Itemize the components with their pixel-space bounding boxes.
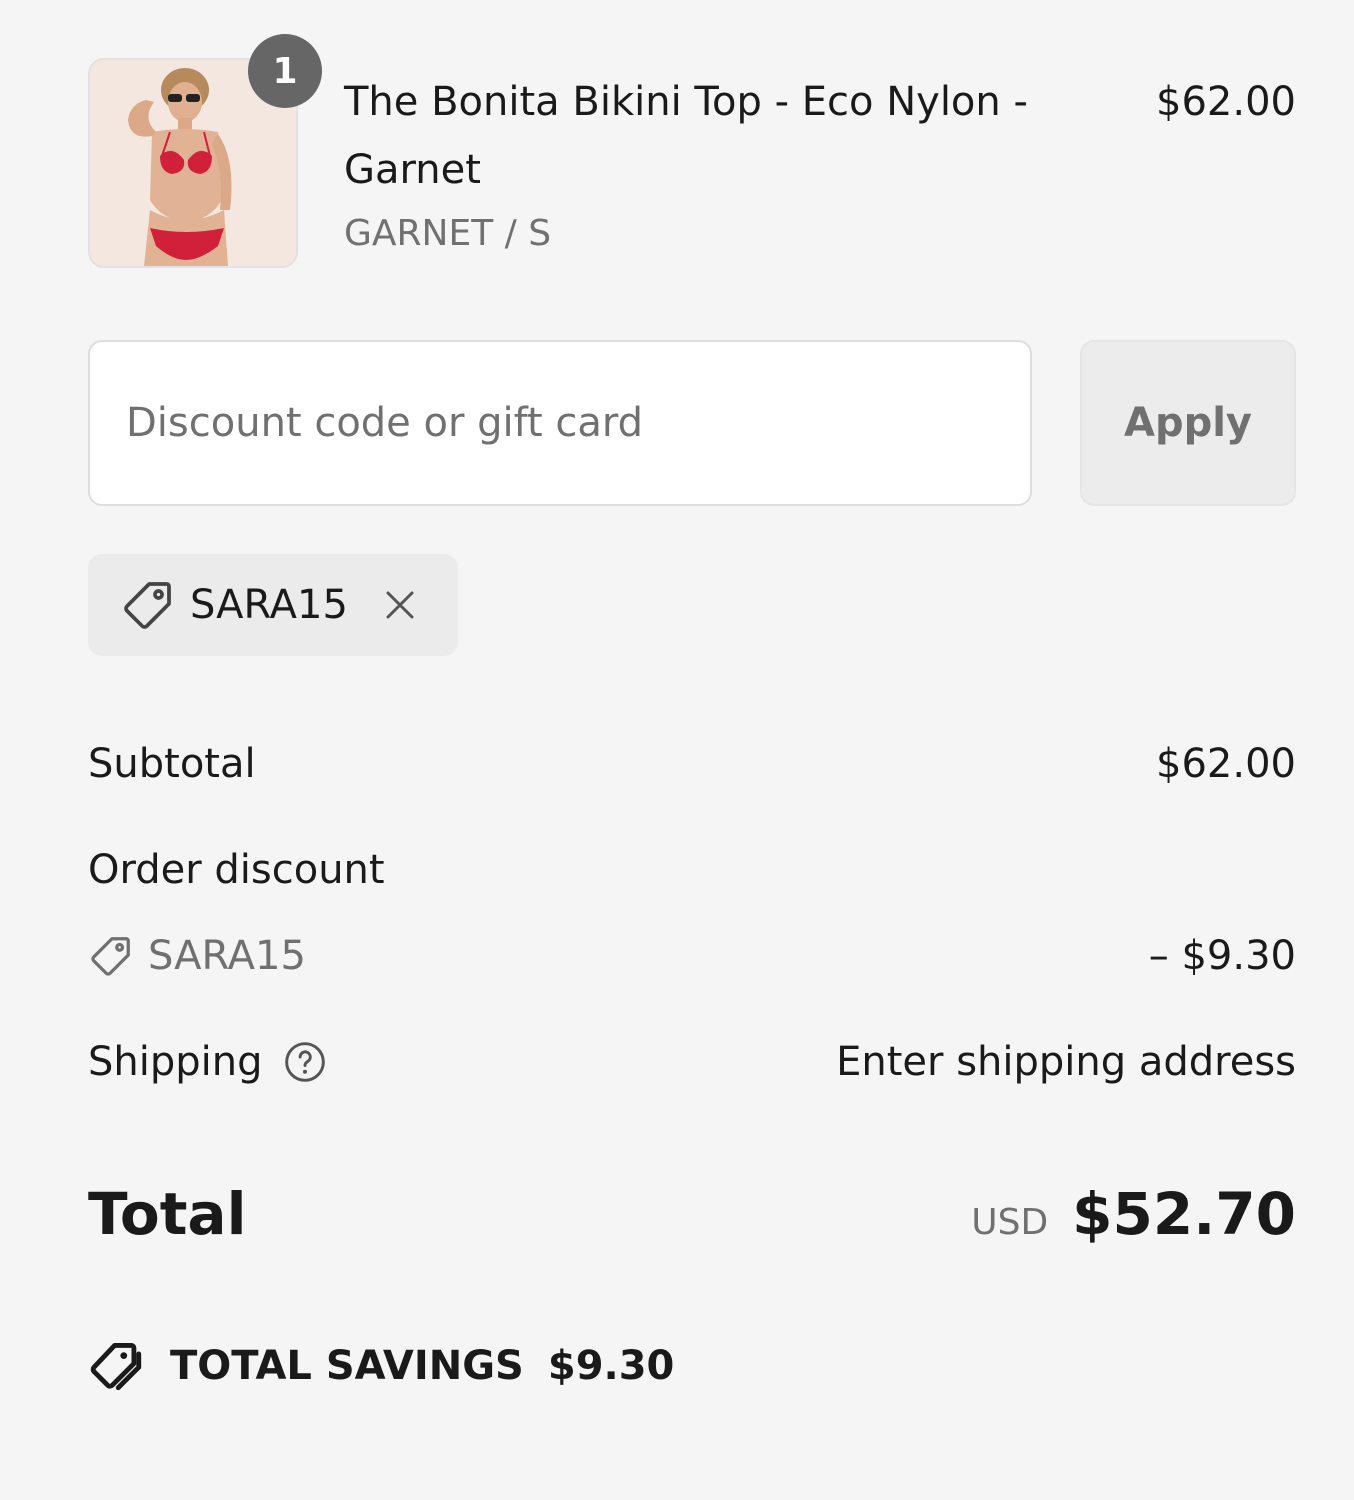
total-amount: $52.70 <box>1072 1180 1296 1248</box>
apply-button[interactable]: Apply <box>1080 340 1296 506</box>
discount-code-name: SARA15 <box>148 933 306 979</box>
product-name: The Bonita Bikini Top - Eco Nylon - Garn… <box>344 79 1028 193</box>
close-icon <box>386 591 414 619</box>
total-label: Total <box>88 1180 247 1248</box>
product-price: $62.00 <box>1156 79 1296 125</box>
product-thumbnail-wrapper: 1 <box>88 34 322 268</box>
total-value-group: USD $52.70 <box>971 1180 1296 1248</box>
total-row: Total USD $52.70 <box>88 1178 1296 1250</box>
tags-icon <box>90 1343 142 1391</box>
subtotal-row: Subtotal $62.00 <box>88 734 1296 794</box>
remove-discount-button[interactable] <box>376 581 424 629</box>
order-discount-row: Order discount <box>88 840 1296 900</box>
quantity-badge: 1 <box>248 34 322 108</box>
order-discount-label: Order discount <box>88 847 385 893</box>
order-summary: 1 The Bonita Bikini Top - Eco Nylon - Ga… <box>0 0 1354 1500</box>
tag-icon <box>124 582 171 629</box>
total-savings: TOTAL SAVINGS $9.30 <box>88 1334 674 1398</box>
applied-discount-chip: SARA15 <box>88 554 458 656</box>
shipping-value: Enter shipping address <box>836 1039 1296 1085</box>
discount-code-label: SARA15 <box>88 933 306 979</box>
discount-code-input[interactable] <box>88 340 1032 506</box>
discount-value: – $9.30 <box>1148 933 1296 979</box>
total-currency: USD <box>971 1202 1049 1243</box>
total-savings-value: $9.30 <box>547 1343 675 1389</box>
tag-icon <box>91 937 130 976</box>
shipping-label: Shipping <box>88 1039 263 1085</box>
subtotal-label: Subtotal <box>88 741 256 787</box>
product-variant: GARNET / S <box>344 213 552 254</box>
shipping-label-group: Shipping <box>88 1039 327 1085</box>
discount-code-row: SARA15 – $9.30 <box>88 926 1296 986</box>
subtotal-value: $62.00 <box>1156 741 1296 787</box>
applied-code-label: SARA15 <box>190 582 348 628</box>
shipping-row: Shipping Enter shipping address <box>88 1032 1296 1092</box>
help-circle-icon[interactable] <box>283 1040 327 1084</box>
total-savings-label: TOTAL SAVINGS <box>170 1343 524 1389</box>
line-item: 1 The Bonita Bikini Top - Eco Nylon - Ga… <box>88 34 1296 268</box>
